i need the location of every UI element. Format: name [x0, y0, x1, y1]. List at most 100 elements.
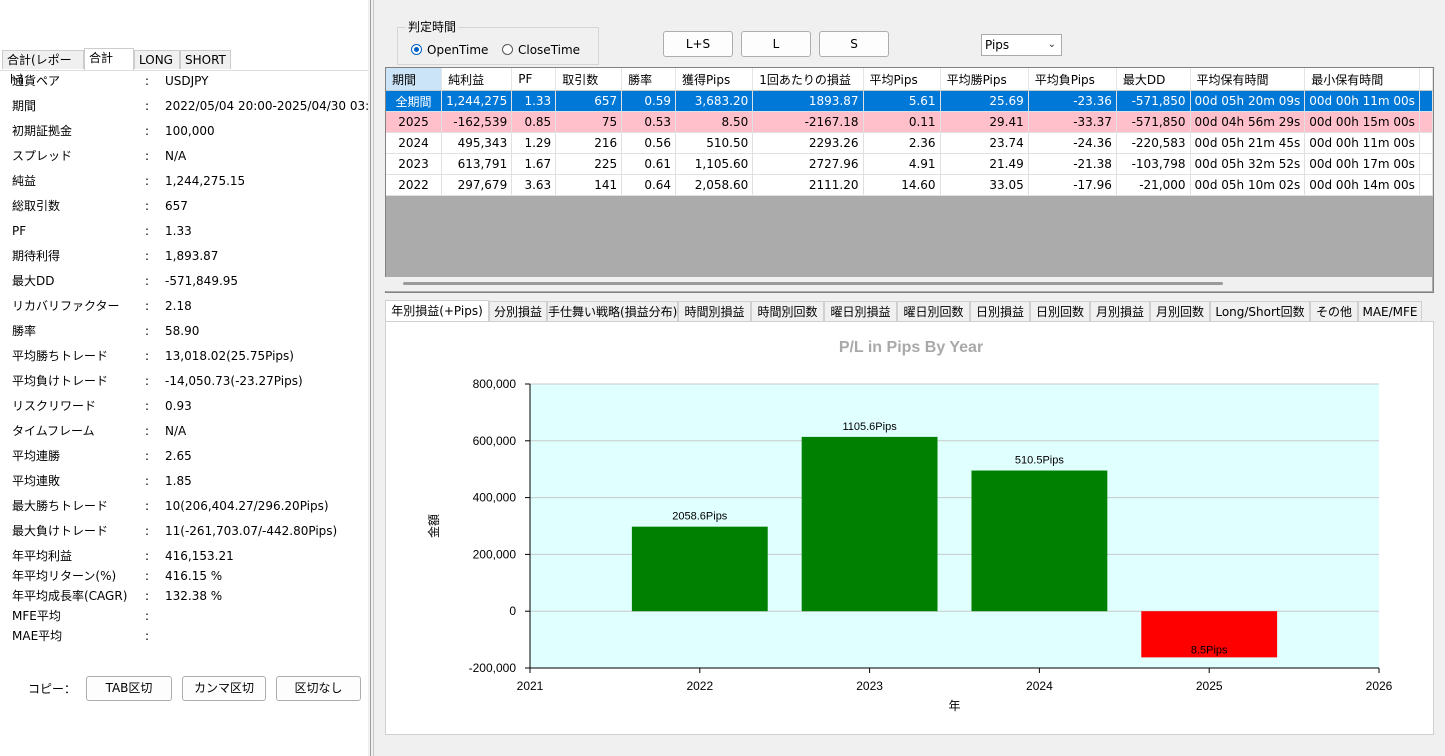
stat-value: N/A: [165, 424, 187, 438]
copy-tab-button[interactable]: TAB区切: [86, 676, 172, 701]
copy-none-button[interactable]: 区切なし: [276, 676, 361, 701]
column-header[interactable]: 平均Pips: [863, 68, 941, 91]
copy-label: コピー：: [28, 682, 77, 696]
table-cell: 2024: [386, 132, 443, 154]
stat-value: -14,050.73(-23.27Pips): [165, 374, 303, 388]
table-row[interactable]: 全期間 1,244,275 1.33 657 0.59 3,683.20 1893.87 5.…: [386, 90, 1433, 112]
column-header[interactable]: 平均勝Pips: [940, 68, 1029, 91]
table-cell: 3,683.20: [675, 90, 754, 112]
table-cell: 33.05: [940, 174, 1029, 196]
summary-panel: 合計(レポート) 合計 LONG SHORT 通貨ペア: USDJPY 期間: 202…: [0, 0, 369, 756]
x-tick-label: 2023: [856, 679, 883, 693]
table-cell: 0.11: [863, 111, 941, 133]
table-cell: 0.64: [621, 174, 677, 196]
table-cell: 14.60: [863, 174, 941, 196]
x-tick-label: 2024: [1026, 679, 1053, 693]
y-axis-label: 金額: [426, 514, 441, 538]
column-header[interactable]: 期間: [386, 68, 443, 91]
table-cell: 00d 05h 20m 09s: [1190, 90, 1306, 112]
table-cell: 510.50: [675, 132, 754, 154]
horizontal-scrollbar[interactable]: [385, 277, 1432, 291]
stat-value: 100,000: [165, 124, 215, 138]
table-cell: -162,539: [441, 111, 513, 133]
results-table: 期間 純利益 PF 取引数 勝率 獲得Pips 1回あたりの損益 平均Pips 平均勝Pips 平…: [386, 68, 1433, 196]
stat-label: 期間: [12, 99, 37, 113]
table-cell: 2727.96: [752, 153, 864, 175]
column-header[interactable]: 獲得Pips: [675, 68, 754, 91]
bar-data-label: 510.5Pips: [1015, 455, 1064, 467]
stat-colon: :: [145, 449, 150, 463]
chart-tab[interactable]: 分別損益: [489, 301, 547, 321]
y-tick-label: -200,000: [469, 661, 517, 675]
chart-tab[interactable]: 曜日別回数: [897, 301, 970, 321]
column-header-overflow: [1419, 68, 1433, 91]
long-button[interactable]: L: [741, 31, 811, 57]
stat-label: 平均負けトレード: [12, 374, 109, 388]
table-cell: 21.49: [940, 153, 1029, 175]
unit-select[interactable]: Pips ⌄: [981, 34, 1062, 56]
column-header[interactable]: 平均保有時間: [1190, 68, 1306, 91]
stat-label: 最大勝ちトレード: [12, 499, 109, 513]
column-header[interactable]: 最小保有時間: [1304, 68, 1420, 91]
chart-tab[interactable]: MAE/MFE: [1358, 301, 1422, 321]
table-row[interactable]: 2022 297,679 3.63 141 0.64 2,058.60 2111.20 14.…: [386, 174, 1433, 196]
table-cell: 0.61: [621, 153, 677, 175]
table-row[interactable]: 2025 -162,539 0.85 75 0.53 8.50 -2167.18 0.11 29…: [386, 111, 1433, 133]
column-header[interactable]: 勝率: [621, 68, 677, 91]
stat-colon: :: [145, 524, 150, 538]
chart-tab[interactable]: その他: [1310, 301, 1358, 321]
table-cell: 全期間: [386, 90, 443, 112]
chart-tab[interactable]: 曜日別損益: [824, 301, 897, 321]
bar: [801, 436, 938, 612]
column-header[interactable]: 平均負Pips: [1028, 68, 1117, 91]
chart-tab[interactable]: 年別損益(+Pips): [385, 300, 489, 322]
column-header[interactable]: PF: [511, 68, 557, 91]
chart-title: P/L in Pips By Year: [839, 339, 983, 356]
copy-comma-button[interactable]: カンマ区切: [182, 676, 266, 701]
chart-tab[interactable]: 時間別回数: [751, 301, 824, 321]
table-cell: 00d 05h 10m 02s: [1190, 174, 1306, 196]
table-cell: 00d 00h 11m 00s: [1304, 90, 1420, 112]
short-button[interactable]: S: [819, 31, 889, 57]
table-row[interactable]: 2024 495,343 1.29 216 0.56 510.50 2293.26 2.36 2…: [386, 132, 1433, 154]
table-cell: 2022: [386, 174, 443, 196]
splitter-line-inner: [373, 0, 374, 756]
tab-total-report[interactable]: 合計(レポート): [2, 50, 84, 86]
stat-label: 年平均リターン(%): [12, 569, 117, 583]
tab-total[interactable]: 合計: [84, 48, 134, 70]
stat-label: リカバリファクター: [12, 299, 120, 313]
column-header[interactable]: 純利益: [441, 68, 513, 91]
tab-long[interactable]: LONG: [134, 50, 180, 69]
table-row[interactable]: 2023 613,791 1.67 225 0.61 1,105.60 2727.96 4.9…: [386, 153, 1433, 175]
chart-tab[interactable]: 月別損益: [1090, 301, 1150, 321]
radio-close-label: CloseTime: [518, 43, 581, 57]
stat-label: PF: [12, 224, 27, 238]
stat-value: N/A: [165, 149, 187, 163]
x-tick-label: 2021: [517, 679, 544, 693]
column-header[interactable]: 最大DD: [1116, 68, 1191, 91]
table-cell: -24.36: [1028, 132, 1117, 154]
bar: [971, 470, 1108, 612]
chart-tab[interactable]: 月別回数: [1150, 301, 1210, 321]
table-cell: 0.59: [621, 90, 677, 112]
stat-value: 1.33: [165, 224, 192, 238]
radio-open-time[interactable]: OpenTime: [411, 43, 488, 57]
chart-tab[interactable]: Long/Short回数: [1210, 301, 1310, 321]
table-cell: 495,343: [441, 132, 513, 154]
long-short-button[interactable]: L+S: [663, 31, 733, 57]
table-cell: -2167.18: [752, 111, 864, 133]
chart-tab[interactable]: 手仕舞い戦略(損益分布): [547, 301, 678, 321]
results-grid[interactable]: 期間 純利益 PF 取引数 勝率 獲得Pips 1回あたりの損益 平均Pips 平均勝Pips 平…: [385, 67, 1434, 293]
chart-tab[interactable]: 時間別損益: [678, 301, 751, 321]
stat-colon: :: [145, 199, 150, 213]
column-header[interactable]: 取引数: [555, 68, 623, 91]
stat-label: 最大DD: [12, 274, 55, 288]
table-cell: 2293.26: [752, 132, 864, 154]
tab-short[interactable]: SHORT: [180, 50, 231, 69]
stat-label: MFE平均: [12, 609, 61, 623]
chart-tab[interactable]: 日別回数: [1030, 301, 1090, 321]
radio-close-time[interactable]: CloseTime: [502, 43, 580, 57]
scrollbar-thumb[interactable]: [403, 282, 1223, 285]
chart-tab[interactable]: 日別損益: [970, 301, 1030, 321]
column-header[interactable]: 1回あたりの損益: [752, 68, 864, 91]
